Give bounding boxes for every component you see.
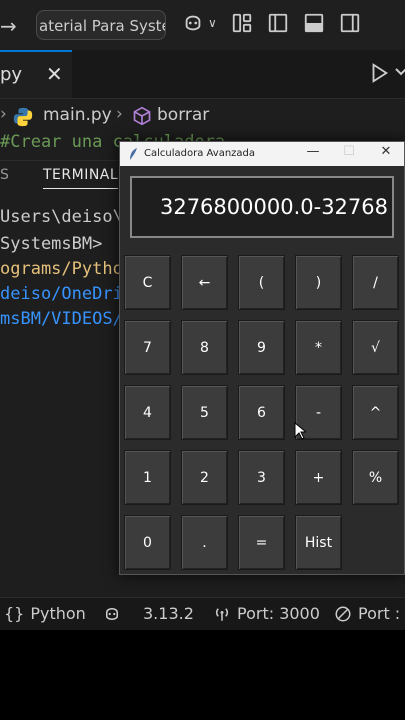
no-entry-icon	[335, 606, 351, 621]
key-digit-4-button[interactable]: 4	[124, 385, 171, 440]
key-power-button[interactable]: ^	[352, 385, 399, 440]
title-bar: → aterial Para Syste ∨	[0, 0, 405, 51]
breadcrumb-file[interactable]: main.py	[43, 105, 112, 125]
python-version-label: 3.13.2	[143, 604, 194, 623]
toggle-secondary-sidebar-icon[interactable]	[339, 12, 361, 34]
key-history-button[interactable]: Hist	[295, 515, 342, 570]
symbol-method-icon	[133, 106, 151, 126]
close-icon[interactable]: ✕	[46, 62, 63, 86]
mouse-cursor-icon	[294, 422, 306, 440]
key-digit-2-button[interactable]: 2	[181, 450, 228, 505]
run-icon[interactable]	[368, 62, 390, 84]
key-sqrt-button[interactable]: √	[352, 320, 399, 375]
breadcrumb-separator: ›	[116, 104, 123, 124]
toggle-primary-sidebar-icon[interactable]	[267, 12, 289, 34]
tk-feather-icon	[130, 148, 137, 160]
toggle-panel-icon[interactable]	[303, 12, 325, 34]
terminal-line: deiso/OneDri	[0, 284, 123, 304]
copilot-icon[interactable]	[182, 12, 204, 34]
chevron-down-icon[interactable]	[395, 64, 405, 80]
window-title: Calculadora Avanzada	[144, 148, 256, 159]
key-close-paren-button[interactable]: )	[295, 255, 342, 310]
language-braces[interactable]: {} Python	[4, 604, 86, 623]
key-digit-7-button[interactable]: 7	[124, 320, 171, 375]
port-label-2: Port : 5	[358, 604, 405, 623]
copilot-chevron-icon[interactable]: ∨	[208, 16, 217, 30]
python-file-icon	[13, 107, 33, 127]
port-label: Port: 3000	[237, 604, 320, 623]
terminal-line: SystemsBM>	[0, 234, 103, 254]
key-digit-0-button[interactable]: 0	[124, 515, 171, 570]
key-open-paren-button[interactable]: (	[238, 255, 285, 310]
terminal-line: msBM/VIDEOS/	[0, 309, 123, 329]
key-backspace-button[interactable]: ←	[181, 255, 228, 310]
minimize-button[interactable]: —	[302, 144, 324, 164]
search-text: aterial Para Syste	[39, 17, 166, 35]
command-center-search[interactable]: aterial Para Syste	[36, 10, 166, 40]
close-button[interactable]: ✕	[375, 144, 397, 164]
editor-tab-bar: py ✕	[0, 50, 405, 99]
key-digit-1-button[interactable]: 1	[124, 450, 171, 505]
key-decimal-button[interactable]: .	[181, 515, 228, 570]
display-value: 3276800000.0-32768	[159, 195, 388, 219]
language-mode: Python	[30, 604, 86, 623]
python-version[interactable]: 3.13.2	[103, 604, 194, 623]
port-forward[interactable]: Port : 5	[334, 604, 405, 623]
editor-tab-main-py[interactable]: py ✕	[0, 50, 72, 98]
maximize-button[interactable]: ☐	[338, 144, 360, 164]
customize-layout-icon[interactable]	[231, 12, 253, 34]
live-server-port[interactable]: Port: 3000	[213, 604, 320, 623]
terminal-line: ograms/Pytho	[0, 259, 123, 279]
key-percent-button[interactable]: %	[352, 450, 399, 505]
key-digit-8-button[interactable]: 8	[181, 320, 228, 375]
copilot-icon	[106, 607, 118, 620]
key-equals-button[interactable]: =	[238, 515, 285, 570]
key-divide-button[interactable]: /	[352, 255, 399, 310]
key-digit-3-button[interactable]: 3	[238, 450, 285, 505]
key-multiply-button[interactable]: *	[295, 320, 342, 375]
tab-ports[interactable]: S	[0, 167, 9, 183]
braces-icon: {}	[4, 604, 25, 623]
key-digit-5-button[interactable]: 5	[181, 385, 228, 440]
key-plus-button[interactable]: +	[295, 450, 342, 505]
breadcrumb-separator: ›	[0, 104, 7, 124]
key-digit-9-button[interactable]: 9	[238, 320, 285, 375]
calculator-title-bar[interactable]: Calculadora Avanzada — ☐ ✕	[120, 142, 404, 166]
calculator-window: Calculadora Avanzada — ☐ ✕ 3276800000.0-…	[119, 141, 405, 575]
key-digit-6-button[interactable]: 6	[238, 385, 285, 440]
terminal-line: Users\deiso\	[0, 207, 123, 227]
status-bar: {} Python 3.13.2 Port: 3000 Port : 5	[0, 597, 405, 630]
breadcrumb-symbol[interactable]: borrar	[157, 105, 209, 125]
calculator-display[interactable]: 3276800000.0-32768	[130, 176, 394, 238]
tab-label: py	[0, 64, 23, 85]
breadcrumb: › main.py › borrar	[0, 102, 405, 130]
forward-arrow-icon[interactable]: →	[0, 14, 17, 38]
key-clear-button[interactable]: C	[124, 255, 171, 310]
broadcast-icon	[215, 607, 229, 621]
tab-terminal[interactable]: TERMINAL	[43, 167, 119, 189]
